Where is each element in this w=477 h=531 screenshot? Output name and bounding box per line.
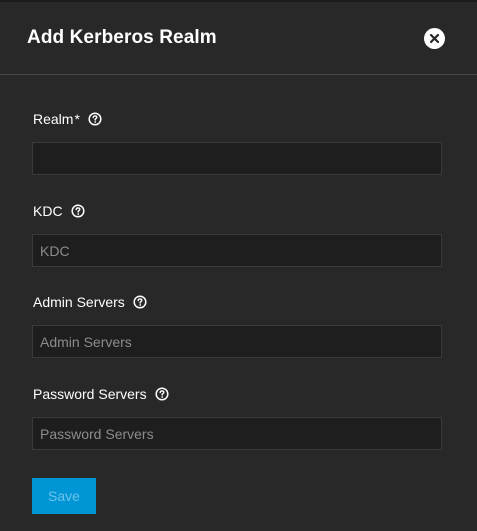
realm-label-row: Realm *	[33, 110, 102, 128]
help-circle-icon[interactable]	[88, 112, 102, 126]
realm-label: Realm	[33, 111, 74, 127]
add-kerberos-realm-dialog: Add Kerberos Realm Realm * KDC KDC Admin…	[0, 0, 477, 531]
help-circle-icon[interactable]	[155, 387, 169, 401]
admin-servers-label: Admin Servers	[33, 294, 125, 310]
kdc-label-row: KDC	[33, 202, 85, 220]
realm-input[interactable]	[32, 142, 442, 175]
admin-servers-label-row: Admin Servers	[33, 293, 147, 311]
close-button[interactable]	[424, 28, 445, 49]
required-marker: *	[74, 111, 80, 127]
save-button[interactable]: Save	[32, 478, 96, 514]
help-circle-icon[interactable]	[71, 204, 85, 218]
close-icon	[429, 33, 440, 44]
dialog-title: Add Kerberos Realm	[27, 27, 217, 48]
dialog-header: Add Kerberos Realm	[0, 0, 477, 75]
kdc-label: KDC	[33, 203, 63, 219]
password-servers-label: Password Servers	[33, 386, 147, 402]
password-servers-input[interactable]	[32, 417, 442, 450]
password-servers-label-row: Password Servers	[33, 385, 169, 403]
help-circle-icon[interactable]	[133, 295, 147, 309]
admin-servers-input[interactable]	[32, 325, 442, 358]
kdc-input[interactable]	[32, 234, 442, 267]
